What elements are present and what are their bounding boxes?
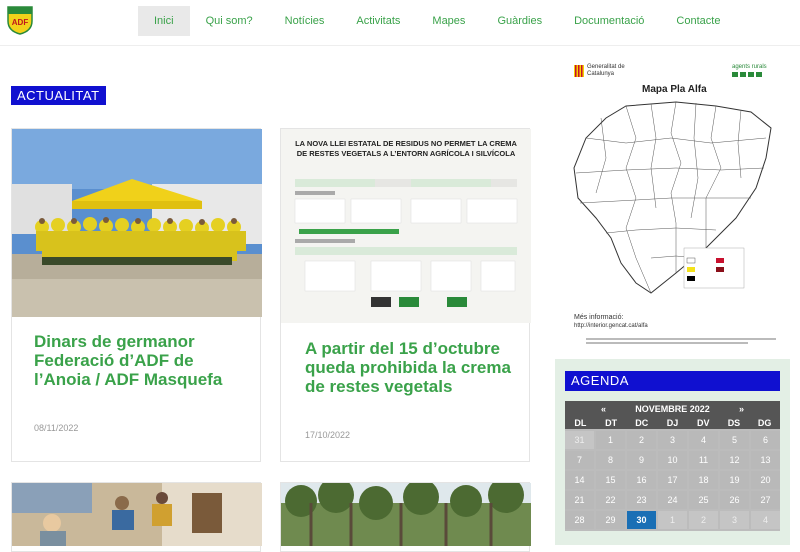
calendar-day[interactable]: 10 — [658, 451, 687, 469]
calendar-day[interactable]: 8 — [596, 451, 625, 469]
agenda-widget: AGENDA « NOVEMBRE 2022 » DL DT DC DJ DV DS DG … — [555, 359, 790, 545]
map-title: Mapa Pla Alfa — [642, 84, 707, 95]
calendar-day[interactable]: 31 — [565, 431, 594, 449]
nav-item-inici[interactable]: Inici — [138, 6, 190, 36]
map-legend — [683, 247, 745, 289]
notice-infographic[interactable]: LA NOVA LLEI ESTATAL DE RESIDUS NO PERME… — [281, 129, 531, 323]
weekday-label: DG — [757, 418, 772, 428]
main-nav: Inici Qui som? Notícies Activitats Mapes Guàr… — [138, 6, 736, 36]
calendar-day[interactable]: 23 — [627, 491, 656, 509]
calendar-day[interactable]: 25 — [689, 491, 718, 509]
news-photo-group[interactable] — [12, 129, 262, 317]
calendar-day[interactable]: 20 — [751, 471, 780, 489]
calendar-day[interactable]: 28 — [565, 511, 594, 529]
news-title[interactable]: A partir del 15 d’octubre queda prohibid… — [305, 339, 520, 396]
calendar-day[interactable]: 11 — [689, 451, 718, 469]
generalitat-text: Generalitat de Catalunya — [587, 64, 625, 77]
calendar-day[interactable]: 14 — [565, 471, 594, 489]
calendar-day[interactable]: 21 — [565, 491, 594, 509]
weekday-label: DL — [574, 418, 587, 428]
nav-item-documentació[interactable]: Documentació — [558, 6, 660, 36]
calendar-day[interactable]: 6 — [751, 431, 780, 449]
nav-item-contacte[interactable]: Contacte — [660, 6, 736, 36]
weekday-label: DT — [605, 418, 618, 428]
calendar-day[interactable]: 7 — [565, 451, 594, 469]
more-info-link[interactable]: http://interior.gencat.cat/alfa — [574, 323, 648, 329]
calendar-day[interactable]: 1 — [596, 431, 625, 449]
agenda-label: AGENDA — [565, 371, 780, 391]
calendar-weekdays: DL DT DC DJ DV DS DG — [565, 417, 780, 429]
nav-item-guàrdies[interactable]: Guàrdies — [481, 6, 558, 36]
calendar-day[interactable]: 17 — [658, 471, 687, 489]
senyera-icon — [574, 65, 584, 77]
calendar-grid: 31 1 2 3 4 5 6 7 8 9 10 11 12 13 14 15 16 17 18 19 20 21 22 23 2… — [565, 429, 780, 531]
news-photo-forest[interactable] — [281, 483, 531, 546]
generalitat-logo: Generalitat de Catalunya — [574, 64, 633, 78]
calendar-day[interactable]: 15 — [596, 471, 625, 489]
news-photo-festival[interactable] — [12, 483, 262, 546]
news-date: 17/10/2022 — [305, 430, 351, 440]
nav-item-mapes[interactable]: Mapes — [416, 6, 481, 36]
calendar-day[interactable]: 1 — [658, 511, 687, 529]
calendar-day[interactable]: 24 — [658, 491, 687, 509]
weekday-label: DV — [696, 418, 710, 428]
weekday-label: DJ — [666, 418, 679, 428]
calendar-prev-button[interactable]: « — [601, 404, 606, 414]
pla-alfa-map-widget[interactable]: Generalitat de Catalunya agents rurals M… — [560, 60, 785, 360]
calendar-day[interactable]: 3 — [720, 511, 749, 529]
news-date: 08/11/2022 — [34, 423, 79, 433]
nav-item-qui-som[interactable]: Qui som? — [190, 6, 269, 36]
calendar-day[interactable]: 3 — [658, 431, 687, 449]
agents-rurals-logo: agents rurals — [732, 64, 778, 77]
weekday-label: DS — [727, 418, 741, 428]
nav-item-notícies[interactable]: Notícies — [269, 6, 341, 36]
calendar-day[interactable]: 12 — [720, 451, 749, 469]
calendar-day[interactable]: 22 — [596, 491, 625, 509]
main-content: ACTUALITAT Dinars de germanor Federació … — [0, 46, 800, 552]
news-card-1[interactable]: Dinars de germanor Federació d’ADF de l’… — [11, 128, 262, 462]
calendar-day[interactable]: 9 — [627, 451, 656, 469]
notice-heading: LA NOVA LLEI ESTATAL DE RESIDUS NO PERME… — [295, 139, 517, 158]
calendar-day[interactable]: 2 — [689, 511, 718, 529]
adf-logo[interactable]: ADF — [6, 5, 34, 35]
calendar-day[interactable]: 30 — [627, 511, 656, 529]
calendar-day[interactable]: 16 — [627, 471, 656, 489]
more-info-label: Més informació: — [574, 314, 624, 321]
calendar-day[interactable]: 26 — [720, 491, 749, 509]
calendar-day[interactable]: 29 — [596, 511, 625, 529]
calendar-day[interactable]: 2 — [627, 431, 656, 449]
calendar-header: « NOVEMBRE 2022 » — [565, 401, 780, 417]
catalonia-map[interactable] — [566, 98, 776, 298]
logo-text: ADF — [12, 18, 29, 27]
map-footnote — [586, 338, 776, 348]
calendar-day[interactable]: 5 — [720, 431, 749, 449]
calendar-day[interactable]: 19 — [720, 471, 749, 489]
section-label: ACTUALITAT — [11, 86, 106, 105]
calendar: « NOVEMBRE 2022 » DL DT DC DJ DV DS DG 31 1 2 3 4 5… — [565, 401, 780, 531]
calendar-day[interactable]: 27 — [751, 491, 780, 509]
news-card-3[interactable] — [11, 482, 262, 552]
agents-rurals-text: agents rurals — [732, 64, 767, 70]
news-card-4[interactable] — [280, 482, 531, 552]
calendar-next-button[interactable]: » — [739, 404, 744, 414]
calendar-month: NOVEMBRE 2022 — [635, 404, 710, 414]
nav-item-activitats[interactable]: Activitats — [340, 6, 416, 36]
top-bar: ADF Inici Qui som? Notícies Activitats Mapes… — [0, 0, 800, 46]
news-title[interactable]: Dinars de germanor Federació d’ADF de l’… — [34, 332, 249, 389]
calendar-day[interactable]: 4 — [689, 431, 718, 449]
calendar-day[interactable]: 13 — [751, 451, 780, 469]
weekday-label: DC — [635, 418, 649, 428]
news-card-2[interactable]: LA NOVA LLEI ESTATAL DE RESIDUS NO PERME… — [280, 128, 531, 462]
calendar-day[interactable]: 4 — [751, 511, 780, 529]
calendar-day[interactable]: 18 — [689, 471, 718, 489]
